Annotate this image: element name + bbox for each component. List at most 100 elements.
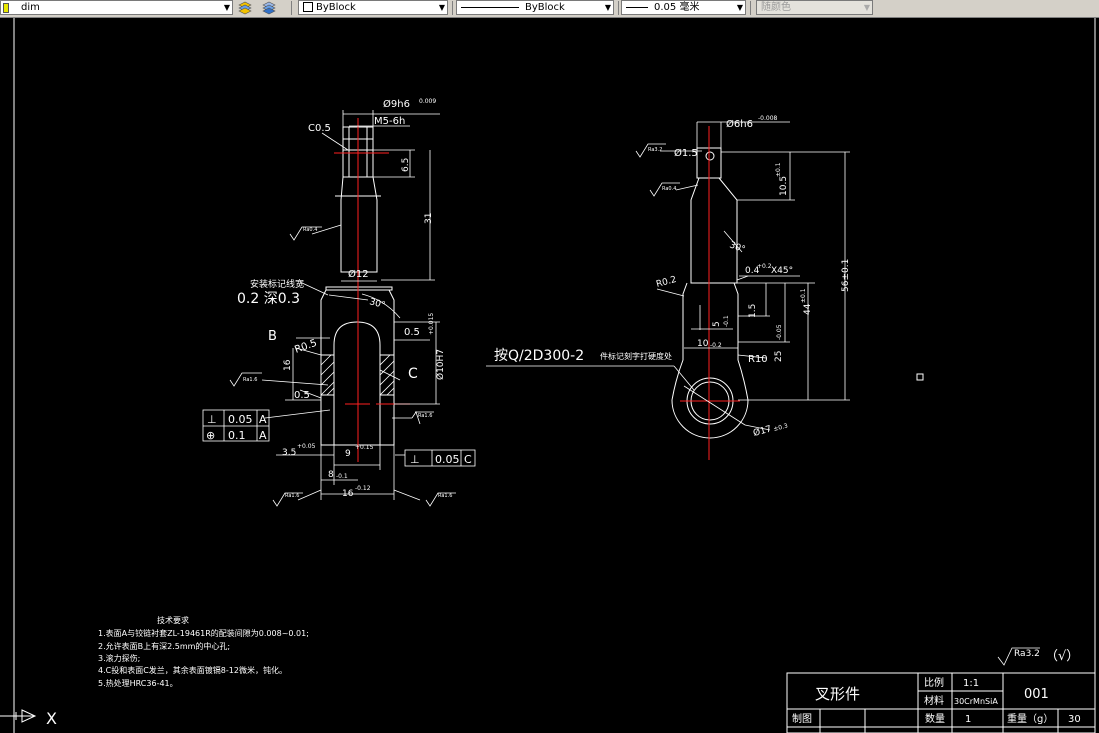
- toolbar-separator: [452, 1, 453, 15]
- pos-symbol: ⊕: [206, 429, 215, 442]
- lineweight-sample: [626, 6, 648, 8]
- color-value: ByBlock: [316, 2, 356, 13]
- right-len-105-label: 10.5: [779, 176, 789, 196]
- drawing-frame: [13, 18, 1096, 733]
- properties-toolbar: dim ▼ ByBlock ▼ ByBlock ▼ 0.05 毫米 ▼ 随颜色 …: [0, 0, 1099, 18]
- plotstyle-value: 随颜色: [761, 2, 791, 13]
- right-len-25-tol: -0.05: [776, 324, 783, 340]
- ra-mid-right-label: Ra0.4: [662, 186, 676, 192]
- linetype-dropdown[interactable]: ByBlock ▼: [456, 0, 614, 15]
- layer-name: dim: [21, 2, 40, 13]
- right-len-44-tol: ±0.1: [800, 288, 807, 303]
- tech-req-line-5: 5.热处理HRC36-41。: [98, 678, 178, 688]
- right-mark-note: 按Q/2D300-2: [494, 348, 584, 364]
- left-len-31-label: 31: [424, 213, 434, 224]
- left-len-16-label: 16: [283, 359, 293, 371]
- left-dim-05-mid: 0.5: [294, 390, 310, 401]
- linetype-sample: [461, 6, 519, 8]
- left-top-dia-tol: 0.009: [419, 98, 436, 105]
- right-angle-label: 30°: [728, 240, 746, 255]
- right-len-5-label: 5: [712, 321, 722, 327]
- left-w9-label: 9: [345, 449, 351, 459]
- chevron-down-icon: ▼: [604, 3, 611, 12]
- right-len-25-label: 25: [774, 351, 784, 362]
- left-thread-label: M5-6h: [374, 116, 405, 127]
- right-view-labels: Ø6h6 -0.008 Ø1.5 10.5 ±0.1 30° 0.4 +0.2 …: [494, 115, 851, 439]
- linetype-value: ByBlock: [525, 2, 565, 13]
- scale-value: 1:1: [963, 678, 979, 689]
- left-hole-tol-label: +0.015: [428, 313, 435, 335]
- right-roughness-labels: Ra3.2 Ra0.4: [648, 147, 676, 192]
- ra-left-label: Ra1.6: [243, 377, 257, 383]
- lineweight-dropdown[interactable]: 0.05 毫米 ▼: [621, 0, 746, 15]
- drawing-canvas[interactable]: Ø9h6 0.009 M5-6h C0.5 6.5 31 Ø12 安装标记线宽 …: [0, 18, 1099, 733]
- tol-c-datum: C: [464, 453, 472, 466]
- chevron-down-icon: ▼: [736, 3, 743, 12]
- part-name: 叉形件: [815, 685, 860, 703]
- drawing-number: 001: [1024, 687, 1049, 702]
- material-label: 材料: [924, 694, 944, 707]
- qty-label: 数量: [925, 712, 945, 725]
- qty-value: 1: [965, 714, 971, 725]
- color-swatch-icon: [303, 2, 313, 12]
- material-value: 30CrMnSiA: [954, 697, 998, 706]
- left-hole-dia-label: Ø10H7: [435, 349, 446, 380]
- grip-point[interactable]: [916, 373, 924, 381]
- right-hole-15-label: Ø1.5: [674, 147, 698, 159]
- right-top-dia-tol: -0.008: [758, 115, 778, 122]
- toolbar-separator: [618, 1, 619, 15]
- layer-states-icon[interactable]: [237, 0, 253, 15]
- tech-req-line-1: 1.表面A与铰链衬套ZL-19461R的配装间隙为0.008~0.01;: [98, 628, 309, 638]
- left-note-width: 0.2 深0.3: [237, 291, 300, 307]
- left-w16-tol: -0.12: [355, 485, 371, 492]
- left-top-dia-label: Ø9h6: [383, 98, 410, 110]
- right-r10-label: R10: [748, 354, 768, 365]
- ucs-x-label: X: [46, 709, 57, 728]
- left-w9-tol: +0.15: [355, 444, 374, 451]
- ra-shank-label: Ra0.4: [303, 227, 317, 233]
- right-len-15-label: 1.5: [748, 304, 758, 318]
- tol-perp-datum: A: [259, 413, 267, 426]
- right-len-5-tol: -0.1: [723, 315, 730, 327]
- tech-req-line-3: 3.滚力探伤;: [98, 653, 140, 663]
- plotstyle-dropdown[interactable]: 随颜色 ▼: [756, 0, 873, 15]
- right-top-dia-label: Ø6h6: [726, 118, 753, 130]
- layer-color-icon: [3, 3, 9, 13]
- left-roughness-symbols: [229, 226, 456, 507]
- perp-symbol: ⊥: [207, 413, 217, 426]
- chevron-down-icon: ▼: [223, 3, 230, 12]
- lineweight-value: 0.05 毫米: [654, 2, 700, 13]
- left-w16-label: 16: [342, 489, 354, 499]
- weight-label: 重量（g）: [1007, 712, 1053, 725]
- right-len-10-label: 10: [697, 339, 709, 349]
- layer-dropdown[interactable]: dim ▼: [0, 0, 233, 15]
- left-w8-tol: -0.1: [336, 473, 348, 480]
- drawn-by-label: 制图: [792, 712, 812, 725]
- tech-req-line-4: 4.C投和表面C发兰，其余表面镀镉8-12微米，钝化。: [98, 665, 287, 675]
- right-dia-17-label: Ø17: [752, 423, 773, 438]
- ra-bottom-right-label: Ra1.6: [438, 493, 452, 499]
- right-len-44-label: 44: [803, 303, 813, 315]
- color-dropdown[interactable]: ByBlock ▼: [298, 0, 448, 15]
- tol-c-value: 0.05: [435, 453, 460, 466]
- right-len-56-label: 56±0.1: [841, 259, 851, 292]
- toolbar-separator: [750, 1, 751, 15]
- right-len-10-tol: -0.2: [710, 342, 722, 349]
- right-r02-label: R0.2: [655, 275, 677, 290]
- weight-value: 30: [1068, 714, 1081, 725]
- left-w8-label: 8: [328, 470, 334, 480]
- chevron-down-icon: ▼: [863, 3, 870, 12]
- ra-right-label: Ra1.6: [418, 413, 432, 419]
- left-w35-label: 3.5: [282, 448, 296, 458]
- section-b-label: B: [268, 329, 277, 344]
- left-dim-05-right: 0.5: [404, 327, 420, 338]
- tol-perp-value: 0.05: [228, 413, 253, 426]
- right-chamfer-tol: +0.2: [757, 263, 772, 270]
- left-len-65-label: 6.5: [401, 158, 411, 172]
- left-angle-label: 30°: [368, 297, 386, 311]
- default-roughness-paren: （√）: [1045, 649, 1079, 664]
- layer-previous-icon[interactable]: [261, 0, 277, 15]
- tol-pos-value: 0.1: [228, 429, 246, 442]
- scale-label: 比例: [924, 676, 944, 689]
- left-chamfer-label: C0.5: [308, 123, 331, 134]
